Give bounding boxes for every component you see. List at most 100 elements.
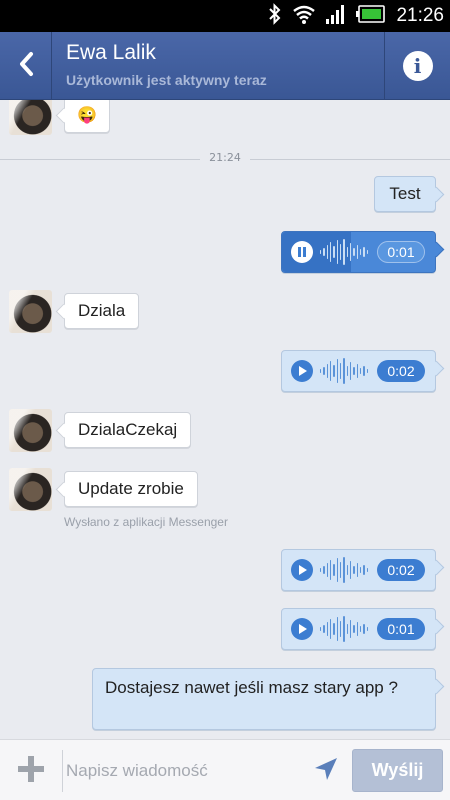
- info-icon: i: [402, 51, 433, 81]
- audio-message[interactable]: 0:02: [281, 350, 436, 392]
- waveform-bar: [366, 250, 368, 254]
- waveform-bar: [353, 367, 355, 375]
- incoming-message[interactable]: Update zrobie: [64, 471, 198, 507]
- waveform-bar: [349, 243, 352, 261]
- waveform-bar: [343, 557, 345, 583]
- play-icon: [297, 619, 307, 639]
- waveform-bar: [356, 364, 358, 378]
- wifi-icon: [292, 4, 316, 28]
- play-icon: [297, 560, 307, 580]
- message-thread[interactable]: 😜 21:24 Test 0:01 Dziala 0:02 DzialaCzek…: [0, 100, 450, 739]
- waveform-bar: [349, 362, 352, 380]
- waveform: [320, 357, 368, 385]
- divider: [62, 750, 63, 792]
- pause-icon: [297, 242, 307, 262]
- waveform-bar: [336, 240, 338, 264]
- waveform-bar: [323, 625, 325, 633]
- status-bar: 21:26: [0, 0, 450, 32]
- outgoing-message[interactable]: Dostajesz nawet jeśli masz stary app ?: [92, 668, 436, 730]
- plus-icon: [17, 755, 45, 787]
- waveform-bar: [343, 616, 345, 642]
- waveform-bar: [339, 621, 342, 637]
- play-button[interactable]: [291, 559, 313, 581]
- waveform-bar: [346, 247, 348, 257]
- waveform-bar: [363, 565, 365, 575]
- audio-duration: 0:01: [377, 618, 425, 640]
- waveform: [320, 615, 368, 643]
- waveform-bar: [323, 248, 325, 256]
- conversation-header: Ewa Lalik Użytkownik jest aktywny teraz …: [0, 32, 450, 100]
- audio-duration: 0:02: [377, 360, 425, 382]
- audio-message[interactable]: 0:02: [281, 549, 436, 591]
- incoming-message[interactable]: Dziala: [64, 293, 140, 329]
- audio-message[interactable]: 0:01: [281, 231, 436, 273]
- waveform-bar: [336, 558, 338, 582]
- waveform-bar: [353, 625, 355, 633]
- waveform-bar: [353, 566, 355, 574]
- play-button[interactable]: [291, 360, 313, 382]
- waveform-bar: [346, 624, 348, 634]
- play-icon: [297, 361, 307, 381]
- waveform-bar: [336, 617, 338, 641]
- waveform-bar: [339, 244, 342, 260]
- waveform-bar: [359, 249, 362, 255]
- play-button[interactable]: [291, 618, 313, 640]
- waveform-bar: [339, 363, 342, 379]
- back-button[interactable]: [0, 32, 52, 100]
- time-separator: 21:24: [0, 151, 450, 164]
- waveform-bar: [329, 619, 332, 639]
- audio-duration: 0:02: [377, 559, 425, 581]
- waveform-bar: [356, 563, 358, 577]
- battery-icon: [356, 5, 386, 27]
- contact-avatar[interactable]: [9, 409, 52, 452]
- waveform-bar: [366, 627, 368, 631]
- waveform-bar: [363, 247, 365, 257]
- waveform-bar: [343, 358, 345, 384]
- emoji-message: 😜: [77, 107, 97, 124]
- waveform-bar: [349, 620, 352, 638]
- waveform-bar: [349, 561, 352, 579]
- bluetooth-icon: [268, 2, 282, 30]
- info-button[interactable]: i: [384, 32, 450, 100]
- waveform-bar: [333, 246, 335, 258]
- audio-duration: 0:01: [377, 241, 425, 263]
- message-input[interactable]: [66, 752, 302, 790]
- waveform-bar: [356, 245, 358, 259]
- waveform-bar: [329, 361, 332, 381]
- outgoing-message[interactable]: Test: [374, 176, 436, 212]
- contact-name[interactable]: Ewa Lalik: [66, 41, 156, 65]
- waveform-bar: [353, 248, 355, 256]
- waveform-bar: [326, 622, 328, 636]
- waveform-bar: [336, 359, 338, 383]
- contact-avatar[interactable]: [9, 100, 52, 135]
- location-button[interactable]: [310, 756, 342, 786]
- audio-message[interactable]: 0:01: [281, 608, 436, 650]
- message-text: Test: [389, 184, 421, 203]
- message-text: Dostajesz nawet jeśli masz stary app ?: [105, 678, 398, 697]
- waveform-bar: [359, 368, 362, 374]
- signal-icon: [326, 4, 346, 28]
- waveform-bar: [363, 624, 365, 634]
- location-arrow-icon: [313, 756, 339, 786]
- sent-via-note: Wysłano z aplikacji Messenger: [64, 515, 228, 529]
- waveform-bar: [339, 562, 342, 578]
- waveform-bar: [320, 369, 322, 373]
- add-attachment-button[interactable]: [12, 752, 50, 790]
- incoming-message[interactable]: 😜: [64, 100, 110, 133]
- contact-avatar[interactable]: [9, 290, 52, 333]
- status-time: 21:26: [396, 5, 444, 26]
- waveform-bar: [329, 560, 332, 580]
- message-text: Update zrobie: [78, 479, 184, 498]
- send-button[interactable]: Wyślij: [352, 749, 443, 792]
- waveform-bar: [320, 568, 322, 572]
- waveform-bar: [329, 242, 332, 262]
- pause-button[interactable]: [291, 241, 313, 263]
- contact-avatar[interactable]: [9, 468, 52, 511]
- message-composer: Wyślij: [0, 739, 450, 800]
- incoming-message[interactable]: DzialaCzekaj: [64, 412, 192, 448]
- message-text: Dziala: [78, 301, 126, 320]
- waveform-bar: [323, 566, 325, 574]
- waveform: [320, 238, 368, 266]
- waveform-bar: [326, 364, 328, 378]
- waveform-bar: [320, 627, 322, 631]
